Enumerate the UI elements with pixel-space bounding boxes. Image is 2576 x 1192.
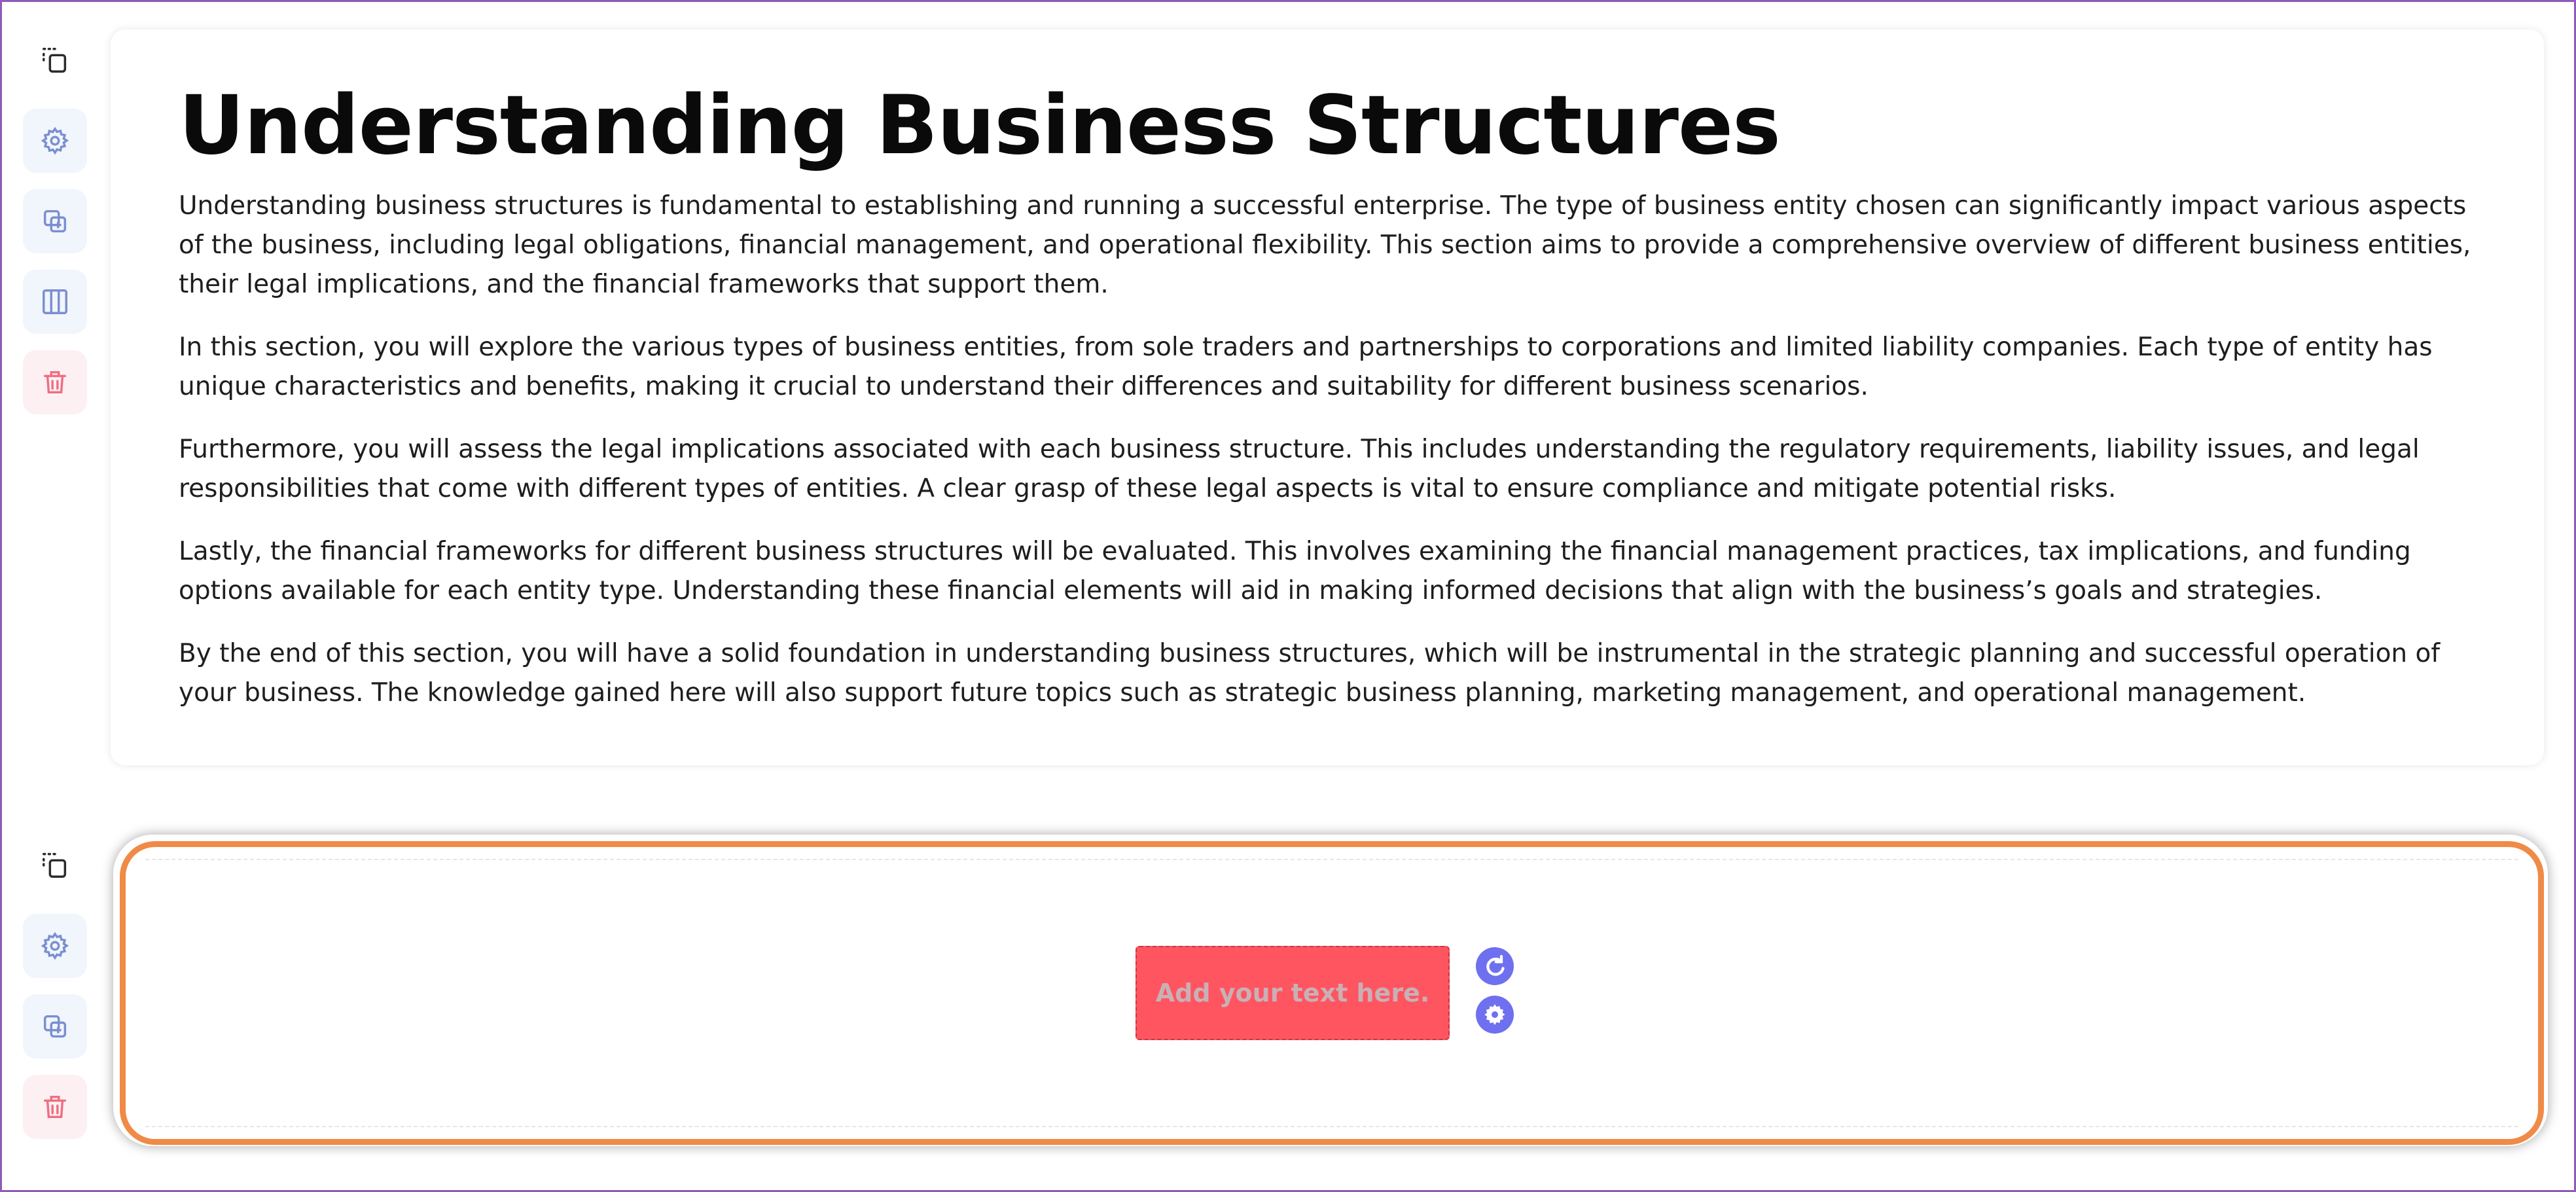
- delete-block-button[interactable]: [23, 1075, 87, 1139]
- columns-icon: [43, 289, 67, 314]
- paragraph: Furthermore, you will assess the legal i…: [179, 435, 2420, 503]
- duplicate-block-button[interactable]: [23, 994, 87, 1058]
- add-text-button[interactable]: Add your text here.: [1136, 946, 1450, 1040]
- paragraph: Understanding business structures is fun…: [179, 191, 2471, 299]
- section-title: Understanding Business Structures: [179, 79, 1781, 173]
- paragraph: By the end of this section, you will hav…: [179, 639, 2441, 708]
- duplicate-block-button[interactable]: [23, 189, 87, 253]
- delete-block-button[interactable]: [23, 350, 87, 414]
- editor-canvas: Understanding Business Structures Unders…: [0, 0, 2576, 1192]
- duplicate-icon: [43, 209, 67, 233]
- delete-icon: [43, 1095, 67, 1119]
- refresh-button[interactable]: [1476, 947, 1514, 985]
- settings-icon: [41, 126, 69, 155]
- block-settings-button[interactable]: [23, 109, 87, 173]
- paragraph: In this section, you will explore the va…: [179, 333, 2433, 401]
- settings-icon: [41, 931, 69, 960]
- select-block-button[interactable]: [23, 28, 87, 92]
- delete-icon: [43, 370, 67, 394]
- duplicate-icon: [43, 1015, 67, 1038]
- settings-icon: [1484, 1004, 1505, 1025]
- refresh-icon: [1486, 954, 1505, 976]
- text-content-block[interactable]: Understanding Business Structures Unders…: [111, 29, 2544, 765]
- select-block-icon: [43, 853, 67, 878]
- paragraph: Lastly, the financial frameworks for dif…: [179, 537, 2411, 605]
- select-block-button[interactable]: [23, 833, 87, 897]
- block-settings-button[interactable]: [23, 914, 87, 978]
- select-block-icon: [43, 48, 67, 73]
- element-settings-button[interactable]: [1476, 996, 1514, 1034]
- columns-button[interactable]: [23, 270, 87, 334]
